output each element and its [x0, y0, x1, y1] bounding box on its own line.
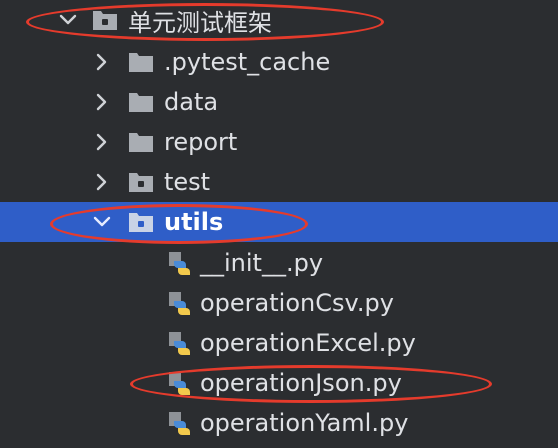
file-label: __init__.py	[200, 249, 324, 277]
python-file-icon	[168, 411, 194, 435]
file-label: operationExcel.py	[200, 329, 416, 357]
tree-row-data[interactable]: data	[0, 82, 558, 122]
python-file-icon	[168, 331, 194, 355]
tree-row-utils[interactable]: utils	[0, 202, 558, 242]
folder-icon	[128, 90, 154, 114]
package-folder-icon	[128, 210, 154, 234]
folder-icon	[92, 8, 118, 32]
file-label: operationCsv.py	[200, 289, 394, 317]
tree-root-label: 单元测试框架	[128, 8, 272, 37]
folder-icon	[128, 130, 154, 154]
tree-row-root[interactable]: 单元测试框架	[0, 0, 558, 40]
tree-item-label: test	[164, 168, 211, 196]
chevron-down-icon[interactable]	[90, 210, 114, 234]
python-file-icon	[168, 291, 194, 315]
tree-row-file[interactable]: operationCsv.py	[0, 283, 558, 323]
package-folder-icon	[128, 170, 154, 194]
python-file-icon	[168, 371, 194, 395]
project-tree: 单元测试框架 .pytest_cache data report test ut…	[0, 0, 558, 448]
chevron-right-icon[interactable]	[90, 90, 114, 114]
tree-row-report[interactable]: report	[0, 122, 558, 162]
chevron-right-icon[interactable]	[90, 130, 114, 154]
tree-item-label: utils	[164, 208, 224, 236]
tree-row-file[interactable]: operationYaml.py	[0, 403, 558, 443]
chevron-right-icon[interactable]	[90, 170, 114, 194]
chevron-down-icon[interactable]	[56, 8, 80, 32]
tree-item-label: data	[164, 88, 219, 116]
folder-icon	[128, 50, 154, 74]
file-label: operationYaml.py	[200, 409, 409, 437]
tree-row-file[interactable]: operationJson.py	[0, 363, 558, 403]
tree-row-pytest-cache[interactable]: .pytest_cache	[0, 42, 558, 82]
tree-item-label: .pytest_cache	[164, 48, 331, 76]
tree-row-test[interactable]: test	[0, 162, 558, 202]
tree-row-file[interactable]: operationExcel.py	[0, 323, 558, 363]
chevron-right-icon[interactable]	[90, 50, 114, 74]
file-label: operationJson.py	[200, 369, 402, 397]
tree-row-file[interactable]: __init__.py	[0, 243, 558, 283]
python-file-icon	[168, 251, 194, 275]
tree-item-label: report	[164, 128, 238, 156]
